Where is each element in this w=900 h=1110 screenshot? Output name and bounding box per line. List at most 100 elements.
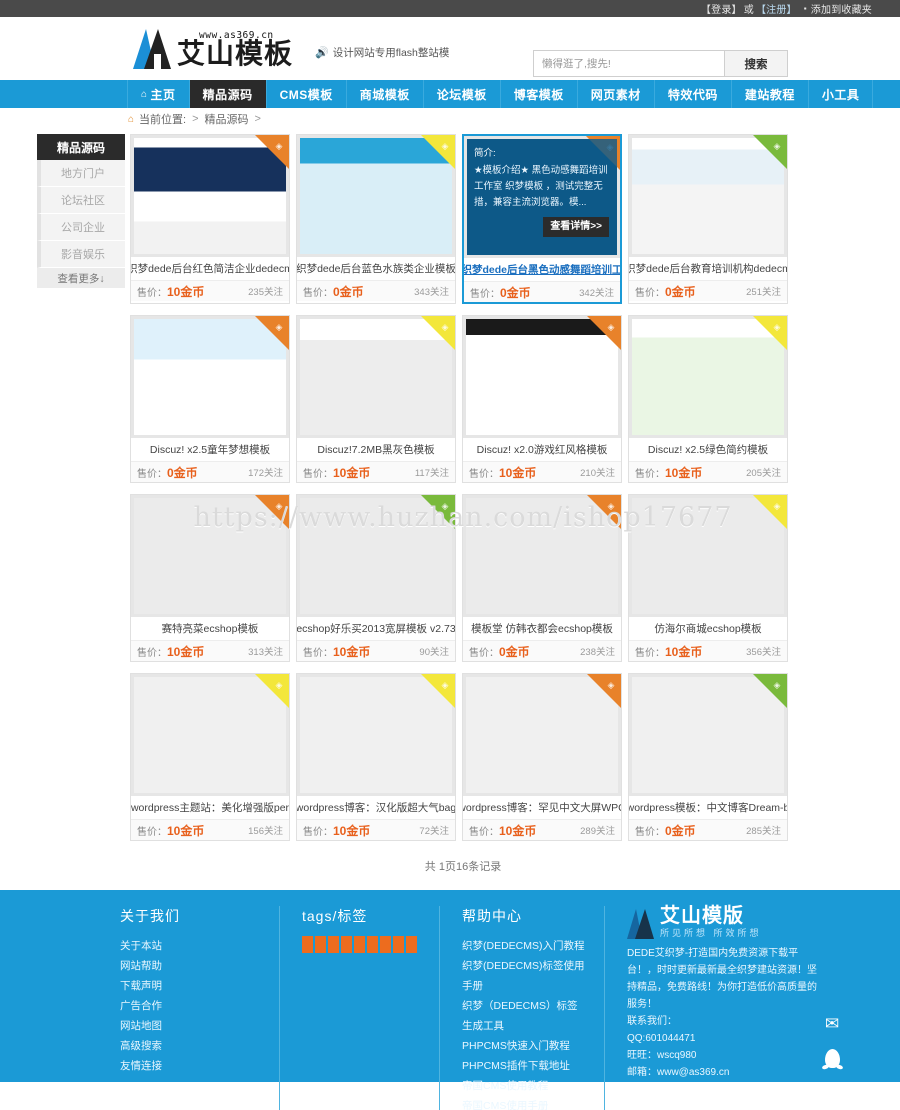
template-title-link[interactable]: 赛特亮菜ecshop模板 [162, 621, 259, 636]
nav-item-cms[interactable]: CMS模板 [267, 80, 347, 108]
footer-link-about-site[interactable]: 关于本站 [120, 936, 261, 956]
template-title-link[interactable]: 模板堂 仿韩衣都会ecshop模板 [471, 621, 613, 636]
template-thumbnail[interactable]: ◈ [463, 316, 621, 438]
nav-item-tutorials[interactable]: 建站教程 [732, 80, 809, 108]
template-title-link[interactable]: wordpress模板：中文博客Dream-b [629, 800, 787, 815]
nav-item-effects-code[interactable]: 特效代码 [655, 80, 732, 108]
tag-block[interactable] [406, 936, 417, 953]
footer-logo-name: 艾山模版 [660, 905, 744, 927]
template-thumbnail[interactable]: ◈ [297, 316, 455, 438]
template-thumbnail[interactable]: ◈ [297, 135, 455, 257]
template-thumbnail[interactable]: ◈ [131, 135, 289, 257]
template-title-link[interactable]: Discuz! x2.5绿色简约模板 [648, 442, 768, 457]
tag-block[interactable] [302, 936, 313, 953]
add-favorite-link[interactable]: 添加到收藏夹 [811, 1, 872, 16]
footer-link-friendly-links[interactable]: 友情连接 [120, 1056, 261, 1076]
nav-item-web-material[interactable]: 网页素材 [578, 80, 655, 108]
template-card[interactable]: ◈ 织梦dede后台蓝色水族类企业模板 售价：0金币 343关注 [296, 134, 456, 304]
template-thumbnail[interactable]: ◈ [463, 674, 621, 796]
footer-link-advanced-search[interactable]: 高级搜索 [120, 1036, 261, 1056]
footer-link-dedecms-intro[interactable]: 织梦(DEDECMS)入门教程 [462, 936, 586, 956]
template-card[interactable]: ◈ wordpress模板：中文博客Dream-b 售价：0金币 285关注 [628, 673, 788, 841]
template-thumbnail[interactable]: ◈ [131, 495, 289, 617]
template-card[interactable]: ◈ Discuz! x2.5童年梦想模板 售价：0金币 172关注 [130, 315, 290, 483]
template-card[interactable]: ◈ wordpress博客：罕见中文大屏WPC 售价：10金币 289关注 [462, 673, 622, 841]
footer-link-ad-cooperation[interactable]: 广告合作 [120, 996, 261, 1016]
template-title-link[interactable]: wordpress博客：汉化版超大气bag [297, 800, 455, 815]
template-card[interactable]: ◈ Discuz! x2.5绿色简约模板 售价：10金币 205关注 [628, 315, 788, 483]
template-card[interactable]: ◈ Discuz! x2.0游戏红风格模板 售价：10金币 210关注 [462, 315, 622, 483]
sidebar-item-entertainment[interactable]: 影音娱乐 [37, 241, 125, 268]
search-input[interactable] [534, 51, 724, 76]
template-thumbnail[interactable]: ◈ [131, 674, 289, 796]
template-thumbnail[interactable]: ◈ [463, 495, 621, 617]
template-card[interactable]: ◈ 赛特亮菜ecshop模板 售价：10金币 313关注 [130, 494, 290, 662]
footer-link-dedecms-tag-manual[interactable]: 织梦(DEDECMS)标签使用手册 [462, 956, 586, 996]
mail-icon[interactable]: ✉ [822, 1014, 842, 1034]
footer-link-phpcms-plugin[interactable]: PHPCMS插件下载地址 [462, 1056, 586, 1076]
sidebar-item-local-portal[interactable]: 地方门户 [37, 160, 125, 187]
template-thumbnail[interactable]: ◈ [297, 495, 455, 617]
template-thumbnail[interactable]: ◈ [297, 674, 455, 796]
tag-block[interactable] [380, 936, 391, 953]
footer-link-sitemap[interactable]: 网站地图 [120, 1016, 261, 1036]
template-card[interactable]: ◈ wordpress博客：汉化版超大气bag 售价：10金币 72关注 [296, 673, 456, 841]
template-card[interactable]: ◈ ecshop好乐买2013宽屏模板 v2.73 售价：10金币 90关注 [296, 494, 456, 662]
template-card[interactable]: ◈ 织梦dede后台红色简洁企业dedecm 售价：10金币 235关注 [130, 134, 290, 304]
template-title-link[interactable]: Discuz!7.2MB黑灰色模板 [317, 442, 434, 457]
nav-item-home[interactable]: ⌂ 主页 [127, 80, 190, 108]
view-detail-button[interactable]: 查看详情>> [543, 217, 609, 237]
template-thumbnail[interactable]: ◈ [629, 135, 787, 257]
template-title-link[interactable]: 织梦dede后台教育培训机构dedecm [629, 261, 787, 276]
footer-link-dedecms-tag-tool[interactable]: 织梦（DEDECMS）标签生成工具 [462, 996, 586, 1036]
template-title-link[interactable]: 织梦dede后台红色简洁企业dedecm [131, 261, 289, 276]
template-thumbnail[interactable]: ◈ [629, 674, 787, 796]
template-thumbnail[interactable]: ◈ [629, 316, 787, 438]
footer-link-site-help[interactable]: 网站帮助 [120, 956, 261, 976]
template-title-link[interactable]: Discuz! x2.0游戏红风格模板 [477, 442, 608, 457]
template-card[interactable]: ◈ 仿海尔商城ecshop模板 售价：10金币 356关注 [628, 494, 788, 662]
nav-item-blog[interactable]: 博客模板 [501, 80, 578, 108]
sidebar-item-forum-community[interactable]: 论坛社区 [37, 187, 125, 214]
footer-link-empirecms-manual[interactable]: 帝国CMS使用手册 [462, 1096, 586, 1110]
login-link[interactable]: 【登录】 [701, 1, 742, 16]
sidebar-item-company[interactable]: 公司企业 [37, 214, 125, 241]
footer-link-empirecms-tutorial[interactable]: 帝国CMS使用教程 [462, 1076, 586, 1096]
footer-link-phpcms-quickstart[interactable]: PHPCMS快速入门教程 [462, 1036, 586, 1056]
nav-item-forum[interactable]: 论坛模板 [424, 80, 501, 108]
nav-item-boutique-source[interactable]: 精品源码 [189, 80, 267, 108]
template-title-link[interactable]: wordpress博客：罕见中文大屏WPC [463, 800, 621, 815]
template-thumbnail[interactable]: ◈ [629, 495, 787, 617]
tag-block[interactable] [328, 936, 339, 953]
nav-item-mall[interactable]: 商城模板 [347, 80, 424, 108]
template-card[interactable]: ◈ 模板堂 仿韩衣都会ecshop模板 售价：0金币 238关注 [462, 494, 622, 662]
breadcrumb-current[interactable]: 精品源码 [205, 111, 249, 127]
template-title: wordpress博客：罕见中文大屏WPC [463, 796, 621, 819]
tag-block[interactable] [393, 936, 404, 953]
sidebar-view-more[interactable]: 查看更多↓ [37, 268, 125, 288]
qq-icon[interactable] [822, 1048, 842, 1068]
footer-link-download-statement[interactable]: 下载声明 [120, 976, 261, 996]
search-button[interactable]: 搜索 [724, 51, 787, 76]
register-link[interactable]: 【注册】 [756, 1, 797, 16]
template-card[interactable]: ◈ wordpress主题站：美化增强版per 售价：10金币 156关注 [130, 673, 290, 841]
template-card[interactable]: ◈ 织梦dede后台教育培训机构dedecm 售价：0金币 251关注 [628, 134, 788, 304]
tag-block[interactable] [367, 936, 378, 953]
template-title-link[interactable]: ecshop好乐买2013宽屏模板 v2.73 [297, 621, 455, 636]
site-logo[interactable]: www.as369.cn 艾山模板 [133, 28, 293, 69]
template-title-link[interactable]: 仿海尔商城ecshop模板 [654, 621, 761, 636]
tag-block[interactable] [341, 936, 352, 953]
template-card[interactable]: ◈ Discuz!7.2MB黑灰色模板 售价：10金币 117关注 [296, 315, 456, 483]
tag-block[interactable] [315, 936, 326, 953]
site-footer: 关于我们 关于本站 网站帮助 下载声明 广告合作 网站地图 高级搜索 友情连接 … [0, 890, 900, 1110]
template-thumbnail[interactable]: 简介: ★模板介绍★ 黑色动感舞蹈培训工作室 织梦模板 ，测试完整无措，兼容主流浏… [464, 136, 620, 258]
template-title-link[interactable]: 织梦dede后台蓝色水族类企业模板 [297, 261, 455, 276]
template-title-link[interactable]: 织梦dede后台黑色动感舞蹈培训工 [464, 262, 620, 277]
template-title-link[interactable]: wordpress主题站：美化增强版per [131, 800, 289, 815]
template-title-link[interactable]: Discuz! x2.5童年梦想模板 [150, 442, 270, 457]
template-thumbnail[interactable]: ◈ [131, 316, 289, 438]
tag-block-list[interactable] [302, 936, 421, 953]
template-card[interactable]: 简介: ★模板介绍★ 黑色动感舞蹈培训工作室 织梦模板 ，测试完整无措，兼容主流浏… [462, 134, 622, 304]
nav-item-tools[interactable]: 小工具 [809, 80, 874, 108]
tag-block[interactable] [354, 936, 365, 953]
